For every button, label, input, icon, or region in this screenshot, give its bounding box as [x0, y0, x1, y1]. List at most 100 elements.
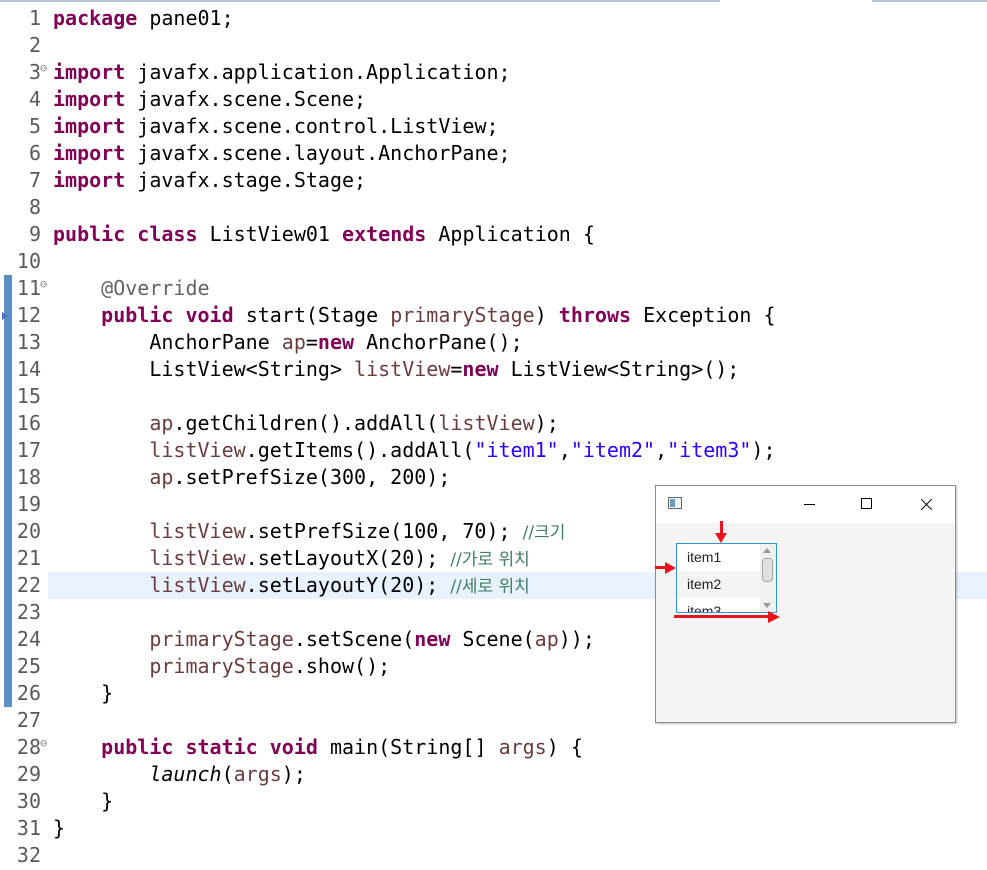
line-gutter: 3 ⊖ — [0, 59, 48, 86]
code-text[interactable]: ap.getChildren().addAll(listView); — [53, 410, 559, 437]
line-number: 25 — [16, 654, 41, 678]
line-gutter: 29 — [0, 761, 48, 788]
scrollbar-thumb[interactable] — [762, 558, 773, 582]
layout-y-arrow-icon — [715, 533, 727, 543]
code-line-6[interactable]: 6 import javafx.scene.layout.AnchorPane; — [0, 140, 987, 167]
line-gutter: 7 — [0, 167, 48, 194]
code-line-31[interactable]: 31 } — [0, 815, 987, 842]
close-statement: ); — [534, 411, 559, 435]
list-view[interactable]: item1 item2 item3 — [676, 543, 777, 613]
list-item-1[interactable]: item1 — [677, 544, 761, 571]
code-line-14[interactable]: 14 ListView<String> listView=new ListVie… — [0, 356, 987, 383]
maximize-button[interactable] — [844, 486, 890, 523]
line-number: 22 — [16, 573, 41, 597]
javafx-window[interactable]: item1 item2 item3 — [655, 485, 956, 723]
code-line-1[interactable]: 1 package pane01; — [0, 5, 987, 32]
line-gutter: 24 — [0, 626, 48, 653]
line-gutter: 8 — [0, 194, 48, 221]
code-text[interactable]: primaryStage.show(); — [53, 653, 390, 680]
code-text[interactable]: AnchorPane ap=new AnchorPane(); — [53, 329, 522, 356]
code-text[interactable]: } — [53, 680, 113, 707]
keyword-package: package — [53, 6, 138, 30]
line-gutter: 19 — [0, 491, 48, 518]
keyword-public: public — [53, 222, 126, 246]
code-line-30[interactable]: 30 } — [0, 788, 987, 815]
code-text[interactable]: public void start(Stage primaryStage) th… — [53, 302, 776, 329]
code-text[interactable]: } — [53, 788, 113, 815]
code-line-7[interactable]: 7 import javafx.stage.Stage; — [0, 167, 987, 194]
code-text[interactable]: } — [53, 815, 65, 842]
exception-type: Exception { — [631, 303, 776, 327]
code-line-3[interactable]: 3 ⊖ import javafx.application.Application… — [0, 59, 987, 86]
code-text[interactable]: import javafx.stage.Stage; — [53, 167, 366, 194]
code-text[interactable]: import javafx.scene.Scene; — [53, 86, 366, 113]
code-line-4[interactable]: 4 import javafx.scene.Scene; — [0, 86, 987, 113]
code-line-10[interactable]: 10 — [0, 248, 987, 275]
var-ap: ap — [149, 411, 174, 435]
set-pref-size-call: .setPrefSize(300, 200); — [173, 465, 451, 489]
code-line-17[interactable]: 17 listView.getItems().addAll("item1","i… — [0, 437, 987, 464]
comment-horizontal: //가로 위치 — [450, 550, 530, 570]
line-number: 15 — [16, 384, 41, 408]
code-text[interactable]: public class ListView01 extends Applicat… — [53, 221, 595, 248]
code-line-32[interactable]: 32 — [0, 842, 987, 869]
close-button[interactable] — [902, 486, 948, 523]
import-path: javafx.scene.layout.AnchorPane; — [125, 141, 511, 165]
code-line-29[interactable]: 29 launch(args); — [0, 761, 987, 788]
code-line-5[interactable]: 5 import javafx.scene.control.ListView; — [0, 113, 987, 140]
window-titlebar[interactable] — [656, 486, 955, 523]
string-item2: "item2" — [570, 438, 656, 462]
code-line-8[interactable]: 8 — [0, 194, 987, 221]
code-line-13[interactable]: 13 AnchorPane ap=new AnchorPane(); — [0, 329, 987, 356]
scroll-up-arrow-icon[interactable] — [763, 548, 771, 553]
code-line-28[interactable]: 28 ⊖ public static void main(String[] arg… — [0, 734, 987, 761]
list-scrollbar[interactable] — [760, 544, 776, 612]
line-number: 19 — [16, 492, 41, 516]
scroll-down-arrow-icon[interactable] — [763, 603, 771, 608]
code-editor[interactable]: 1 package pane01; 2 3 ⊖ import javafx.app… — [0, 5, 987, 870]
code-text[interactable]: listView.setPrefSize(100, 70); //크기 — [53, 518, 565, 547]
close-statement: )); — [558, 627, 595, 651]
code-text[interactable]: import javafx.application.Application; — [53, 59, 511, 86]
list-item-2[interactable]: item2 — [677, 571, 761, 598]
fold-collapse-icon[interactable]: ⊖ — [40, 278, 47, 290]
list-item-3[interactable]: item3 — [677, 598, 761, 612]
code-text[interactable]: ListView<String> listView=new ListView<S… — [53, 356, 739, 383]
set-scene-call: .setScene( — [293, 627, 415, 651]
code-text[interactable]: import javafx.scene.layout.AnchorPane; — [53, 140, 511, 167]
close-statement: ); — [751, 438, 776, 462]
close-brace: } — [101, 789, 114, 813]
java-app-icon[interactable] — [668, 497, 682, 509]
code-text[interactable]: ap.setPrefSize(300, 200); — [53, 464, 450, 491]
code-line-11[interactable]: 11 ⊖ @Override — [0, 275, 987, 302]
code-text[interactable]: package pane01; — [53, 5, 234, 32]
line-number: 29 — [16, 762, 41, 786]
fold-collapse-icon[interactable]: ⊖ — [40, 737, 47, 749]
keyword-class: class — [137, 222, 198, 246]
minimize-button[interactable] — [787, 486, 833, 523]
code-text[interactable]: import javafx.scene.control.ListView; — [53, 113, 499, 140]
code-line-9[interactable]: 9 public class ListView01 extends Applic… — [0, 221, 987, 248]
code-text[interactable]: public static void main(String[] args) { — [53, 734, 583, 761]
fold-collapse-icon[interactable]: ⊖ — [40, 62, 47, 74]
change-bar — [4, 491, 12, 518]
keyword-void: void — [269, 735, 318, 759]
code-text[interactable]: listView.setLayoutX(20); //가로 위치 — [53, 545, 530, 574]
override-marker-icon[interactable] — [2, 312, 8, 320]
code-text[interactable]: @Override — [53, 275, 209, 302]
maximize-icon — [861, 498, 872, 509]
get-items-call: .getItems().addAll( — [245, 438, 475, 462]
code-line-15[interactable]: 15 — [0, 383, 987, 410]
code-line-2[interactable]: 2 — [0, 32, 987, 59]
close-brace: } — [101, 681, 114, 705]
line-gutter: 13 — [0, 329, 48, 356]
string-item3: "item3" — [667, 438, 752, 462]
line-number: 11 — [16, 276, 41, 300]
code-text[interactable]: primaryStage.setScene(new Scene(ap)); — [53, 626, 595, 653]
code-line-12[interactable]: 12 public void start(Stage primaryStage)… — [0, 302, 987, 329]
code-text[interactable]: listView.getItems().addAll("item1","item… — [53, 437, 776, 464]
assign: = — [450, 357, 463, 381]
code-text[interactable]: listView.setLayoutY(20); //세로 위치 — [53, 572, 529, 601]
code-text[interactable]: launch(args); — [53, 761, 306, 788]
code-line-16[interactable]: 16 ap.getChildren().addAll(listView); — [0, 410, 987, 437]
